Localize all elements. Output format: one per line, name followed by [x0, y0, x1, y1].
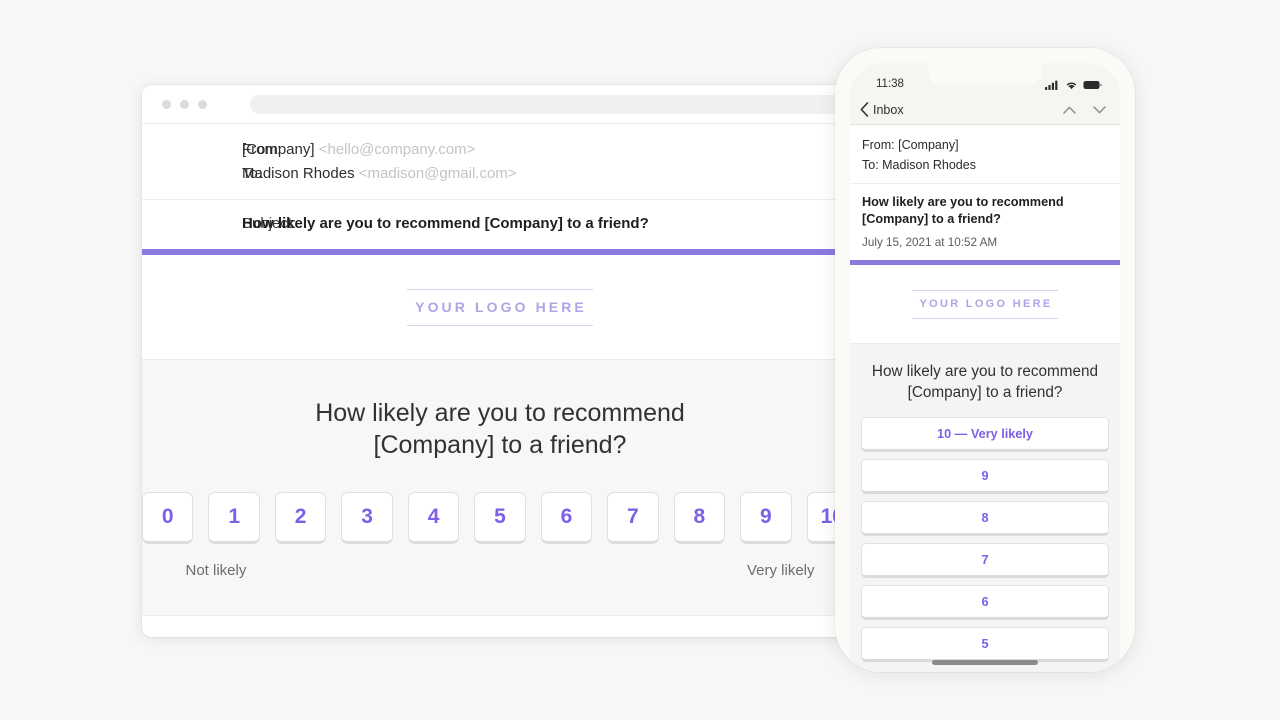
minimize-window-button[interactable] — [180, 99, 189, 109]
screenshot-stage: From: [Company] <hello@company.com> To: … — [0, 0, 1280, 720]
phone-screen: 11:38 Inbox From: [Company] To: Madison … — [850, 63, 1120, 672]
logo-text: YOUR LOGO HERE — [415, 298, 587, 315]
phone-survey-area: How likely are you to recommend [Company… — [850, 343, 1120, 672]
survey-area: How likely are you to recommend [Company… — [142, 359, 858, 615]
nps-score-button[interactable]: 7 — [607, 492, 659, 544]
back-label: Inbox — [873, 102, 904, 117]
phone-to-line: To: Madison Rhodes — [862, 158, 976, 172]
logo-placeholder: YOUR LOGO HERE — [407, 288, 593, 326]
scale-low-label: Not likely — [185, 562, 247, 579]
from-email-address: <hello@company.com> — [318, 141, 476, 158]
email-to-row: To: Madison Rhodes <madison@gmail.com> — [142, 162, 858, 186]
phone-logo-band: YOUR LOGO HERE — [850, 265, 1120, 343]
to-label: To: — [242, 165, 263, 182]
browser-chrome — [142, 85, 858, 124]
nps-score-button[interactable]: 0 — [142, 492, 194, 544]
subject-value: How likely are you to recommend [Company… — [242, 215, 649, 232]
phone-subject-block: How likely are you to recommend [Company… — [850, 184, 1120, 260]
phone-email-date: July 15, 2021 at 10:52 AM — [862, 236, 998, 249]
status-bar-time: 11:38 — [876, 78, 904, 90]
chevron-left-icon — [860, 102, 869, 117]
survey-question-line2: [Company] to a friend? — [373, 431, 627, 459]
nps-score-button[interactable]: 9 — [740, 492, 792, 544]
status-bar-icons — [1045, 80, 1102, 90]
phone-nps-score-button[interactable]: 8 — [861, 501, 1109, 536]
phone-nps-scale: 10 — Very likely 9 8 7 6 5 — [861, 417, 1109, 662]
powered-by-text: Powered by — [436, 636, 507, 638]
nps-scale-labels: Not likely Very likely — [186, 562, 815, 579]
nps-scale: 0 1 2 3 4 5 6 7 8 9 10 — [142, 492, 858, 544]
logo-rule-bottom — [407, 324, 593, 326]
phone-question-line2: [Company] to a friend? — [907, 384, 1063, 401]
nps-score-button[interactable]: 6 — [540, 492, 593, 544]
from-value: [Company] <hello@company.com> — [242, 138, 475, 162]
phone-status-bar: 11:38 — [850, 63, 1120, 95]
maximize-window-button[interactable] — [198, 99, 207, 109]
address-bar-input[interactable] — [250, 94, 842, 114]
phone-nps-score-button[interactable]: 5 — [861, 627, 1109, 662]
email-from-row: From: [Company] <hello@company.com> — [142, 138, 858, 162]
nps-score-button[interactable]: 5 — [474, 492, 526, 544]
survey-question-line1: How likely are you to recommend — [315, 399, 685, 427]
email-subject-row: Subject: How likely are you to recommend… — [142, 200, 858, 249]
back-to-inbox-button[interactable]: Inbox — [860, 102, 904, 117]
phone-logo-placeholder: YOUR LOGO HERE — [912, 289, 1058, 319]
phone-nps-score-button[interactable]: 7 — [861, 543, 1109, 578]
phone-subject-line2: [Company] to a friend? — [862, 212, 1001, 226]
cellular-signal-icon — [1045, 80, 1058, 90]
home-indicator[interactable] — [932, 660, 1038, 665]
phone-nav-bar: Inbox — [850, 95, 1120, 125]
phone-subject-line1: How likely are you to recommend — [862, 195, 1064, 209]
browser-window: From: [Company] <hello@company.com> To: … — [142, 85, 858, 637]
battery-icon — [1083, 81, 1102, 89]
survey-question: How likely are you to recommend [Company… — [142, 397, 858, 461]
phone-logo-rule-bottom — [912, 317, 1058, 319]
delighted-link[interactable]: Delighted — [507, 636, 564, 638]
phone-notch — [928, 63, 1042, 85]
phone-nps-score-button[interactable]: 9 — [861, 459, 1109, 494]
to-value: Madison Rhodes <madison@gmail.com> — [242, 162, 517, 186]
wifi-icon — [1066, 82, 1077, 90]
phone-from-line: From: [Company] — [862, 138, 959, 152]
subject-label: Subject: — [242, 215, 297, 232]
from-name: [Company] — [242, 141, 315, 158]
phone-survey-question: How likely are you to recommend [Company… — [861, 361, 1109, 403]
email-footer: Powered by Delighted — [142, 615, 858, 637]
to-name: Madison Rhodes — [242, 165, 355, 182]
nps-score-button[interactable]: 3 — [341, 492, 393, 544]
window-traffic-lights — [162, 99, 207, 109]
email-headers: From: [Company] <hello@company.com> To: … — [142, 124, 858, 200]
chevron-down-icon[interactable] — [1093, 105, 1106, 114]
message-nav-arrows — [1063, 105, 1106, 114]
close-window-button[interactable] — [162, 99, 171, 109]
phone-nps-score-button[interactable]: 6 — [861, 585, 1109, 620]
nps-score-button[interactable]: 2 — [274, 492, 327, 544]
phone-nps-score-button[interactable]: 10 — Very likely — [861, 417, 1109, 452]
chevron-up-icon[interactable] — [1063, 106, 1076, 114]
from-label: From: — [242, 141, 282, 158]
phone-question-line1: How likely are you to recommend — [871, 363, 1099, 380]
phone-email-meta: From: [Company] To: Madison Rhodes — [850, 125, 1120, 184]
email-logo-band: YOUR LOGO HERE — [142, 255, 858, 359]
scale-high-label: Very likely — [746, 562, 815, 579]
phone-logo-text: YOUR LOGO HERE — [919, 297, 1053, 310]
phone-mockup: 11:38 Inbox From: [Company] To: Madison … — [835, 48, 1135, 672]
to-email-address: <madison@gmail.com> — [358, 165, 517, 182]
nps-score-button[interactable]: 8 — [673, 492, 726, 544]
nps-score-button[interactable]: 4 — [407, 492, 460, 544]
nps-score-button[interactable]: 1 — [208, 492, 260, 544]
